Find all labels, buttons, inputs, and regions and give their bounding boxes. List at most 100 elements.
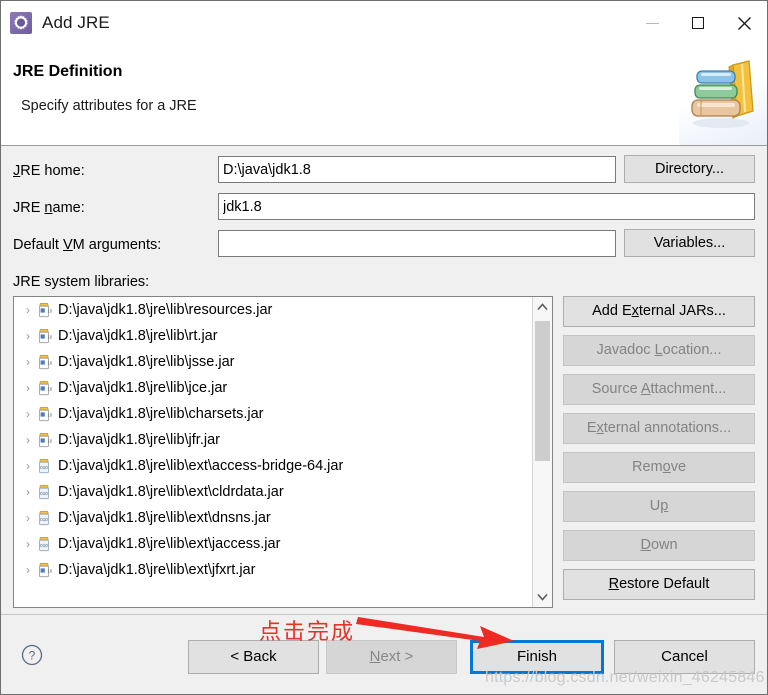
library-button-label: Add External JARs... xyxy=(592,303,726,319)
svg-text:10: 10 xyxy=(47,334,52,339)
dialog-header: JRE Definition Specify attributes for a … xyxy=(1,45,767,146)
list-item[interactable]: › 010 D:\java\jdk1.8\jre\lib\ext\access-br… xyxy=(14,453,532,479)
svg-text:010: 010 xyxy=(40,517,48,522)
library-path: D:\java\jdk1.8\jre\lib\ext\access-bridge… xyxy=(58,458,344,474)
expand-arrow-icon[interactable]: › xyxy=(20,479,36,505)
expand-arrow-icon[interactable]: › xyxy=(20,531,36,557)
expand-arrow-icon[interactable]: › xyxy=(20,557,36,583)
library-button-external-annotations: External annotations... xyxy=(563,413,755,444)
list-item[interactable]: › 10 D:\java\jdk1.8\jre\lib\charsets.jar xyxy=(14,401,532,427)
expand-arrow-icon[interactable]: › xyxy=(20,297,36,323)
window-controls xyxy=(629,1,767,45)
list-item[interactable]: › 010 D:\java\jdk1.8\jre\lib\ext\cldrdata.… xyxy=(14,479,532,505)
jar-lib-icon: 10 xyxy=(36,380,53,396)
library-button-label: Remove xyxy=(631,459,687,475)
minimize-icon[interactable] xyxy=(629,1,675,45)
library-path: D:\java\jdk1.8\jre\lib\ext\cldrdata.jar xyxy=(58,484,284,500)
library-button-javadoc-location: Javadoc Location... xyxy=(563,335,755,366)
list-item[interactable]: › 010 D:\java\jdk1.8\jre\lib\ext\jaccess.j… xyxy=(14,531,532,557)
expand-arrow-icon[interactable]: › xyxy=(20,453,36,479)
list-item[interactable]: › 10 D:\java\jdk1.8\jre\lib\ext\jfxrt.jar xyxy=(14,557,532,583)
next-button-label: ext > xyxy=(380,648,414,665)
title-bar: Add JRE xyxy=(1,1,767,45)
jre-home-input[interactable] xyxy=(218,156,616,183)
scrollbar-thumb[interactable] xyxy=(535,321,550,461)
library-button-add-external-jars[interactable]: Add External JARs... xyxy=(563,296,755,327)
svg-text:10: 10 xyxy=(47,360,52,365)
library-button-remove: Remove xyxy=(563,452,755,483)
directory-button[interactable]: Directory... xyxy=(624,155,755,183)
expand-arrow-icon[interactable]: › xyxy=(20,349,36,375)
library-list-scrollbar[interactable] xyxy=(532,297,552,607)
scroll-up-icon[interactable] xyxy=(533,297,552,317)
library-button-label: Source Attachment... xyxy=(591,381,727,397)
svg-text:10: 10 xyxy=(47,412,52,417)
scroll-down-icon[interactable] xyxy=(533,587,552,607)
expand-arrow-icon[interactable]: › xyxy=(20,323,36,349)
jar-ext-icon: 010 xyxy=(36,458,52,474)
library-path: D:\java\jdk1.8\jre\lib\ext\jfxrt.jar xyxy=(58,562,256,578)
jre-name-label-post: ame: xyxy=(52,200,85,216)
jre-name-mnemonic: n xyxy=(44,200,53,216)
expand-arrow-icon[interactable]: › xyxy=(20,375,36,401)
jre-name-label-pre: JRE xyxy=(13,200,45,216)
svg-text:010: 010 xyxy=(40,491,48,496)
list-item[interactable]: › 010 D:\java\jdk1.8\jre\lib\ext\dnsns.jar xyxy=(14,505,532,531)
dialog-body: JRE home: Directory... JRE name: Default… xyxy=(1,146,767,614)
library-path: D:\java\jdk1.8\jre\lib\ext\jaccess.jar xyxy=(58,536,281,552)
library-button-restore-default[interactable]: Restore Default xyxy=(563,569,755,600)
variables-button[interactable]: Variables... xyxy=(624,229,755,257)
list-item[interactable]: › 10 D:\java\jdk1.8\jre\lib\resources.jar xyxy=(14,297,532,323)
next-button-mnemonic: N xyxy=(369,648,381,665)
library-rows-container: › 10 D:\java\jdk1.8\jre\lib\resources.jar ›… xyxy=(14,297,532,607)
maximize-icon[interactable] xyxy=(675,1,721,45)
library-path: D:\java\jdk1.8\jre\lib\jsse.jar xyxy=(58,354,235,370)
close-icon[interactable] xyxy=(721,1,767,45)
jar-lib-icon: 10 xyxy=(36,562,53,578)
jar-ext-icon: 010 xyxy=(36,484,52,500)
library-button-label: Javadoc Location... xyxy=(596,342,722,358)
svg-text:10: 10 xyxy=(47,308,52,313)
jre-name-label: JRE name: xyxy=(13,195,85,221)
jre-name-input[interactable] xyxy=(218,193,755,220)
library-button-label: External annotations... xyxy=(586,420,732,436)
vm-args-mnemonic: V xyxy=(62,237,73,253)
library-path: D:\java\jdk1.8\jre\lib\resources.jar xyxy=(58,302,273,318)
library-button-label: Down xyxy=(640,537,678,553)
svg-text:10: 10 xyxy=(47,438,52,443)
jre-home-label-text: RE home: xyxy=(20,163,85,179)
library-path: D:\java\jdk1.8\jre\lib\jfr.jar xyxy=(58,432,220,448)
svg-text:10: 10 xyxy=(47,386,52,391)
expand-arrow-icon[interactable]: › xyxy=(20,427,36,453)
svg-text:10: 10 xyxy=(47,568,52,573)
jar-lib-icon: 10 xyxy=(36,354,53,370)
library-path: D:\java\jdk1.8\jre\lib\rt.jar xyxy=(58,328,218,344)
jar-lib-icon: 10 xyxy=(36,328,53,344)
jre-gear-icon xyxy=(10,12,32,34)
expand-arrow-icon[interactable]: › xyxy=(20,505,36,531)
header-banner xyxy=(679,45,767,145)
vm-args-label-post: M arguments: xyxy=(72,237,162,253)
library-button-source-attachment: Source Attachment... xyxy=(563,374,755,405)
list-item[interactable]: › 10 D:\java\jdk1.8\jre\lib\jsse.jar xyxy=(14,349,532,375)
jre-system-libraries-list[interactable]: › 10 D:\java\jdk1.8\jre\lib\resources.jar ›… xyxy=(13,296,553,608)
list-item[interactable]: › 10 D:\java\jdk1.8\jre\lib\jce.jar xyxy=(14,375,532,401)
svg-text:?: ? xyxy=(29,649,36,663)
add-jre-dialog: Add JRE JRE Definition Specify attribute… xyxy=(0,0,768,695)
page-title: JRE Definition xyxy=(13,63,123,80)
expand-arrow-icon[interactable]: › xyxy=(20,401,36,427)
library-path: D:\java\jdk1.8\jre\lib\jce.jar xyxy=(58,380,228,396)
jar-lib-icon: 10 xyxy=(36,432,53,448)
vm-arguments-input[interactable] xyxy=(218,230,616,257)
watermark: https://blog.csdn.net/weixin_46245846 xyxy=(485,669,765,686)
list-item[interactable]: › 10 D:\java\jdk1.8\jre\lib\rt.jar xyxy=(14,323,532,349)
jar-ext-icon: 010 xyxy=(36,510,52,526)
vm-args-label-pre: Default xyxy=(13,237,63,253)
jar-ext-icon: 010 xyxy=(36,536,52,552)
jre-system-libraries-label: JRE system libraries: xyxy=(13,274,150,290)
help-icon[interactable]: ? xyxy=(21,644,43,666)
books-icon xyxy=(691,60,754,128)
library-button-label: Restore Default xyxy=(608,576,710,592)
jre-home-label: JRE home: xyxy=(13,163,85,179)
list-item[interactable]: › 10 D:\java\jdk1.8\jre\lib\jfr.jar xyxy=(14,427,532,453)
